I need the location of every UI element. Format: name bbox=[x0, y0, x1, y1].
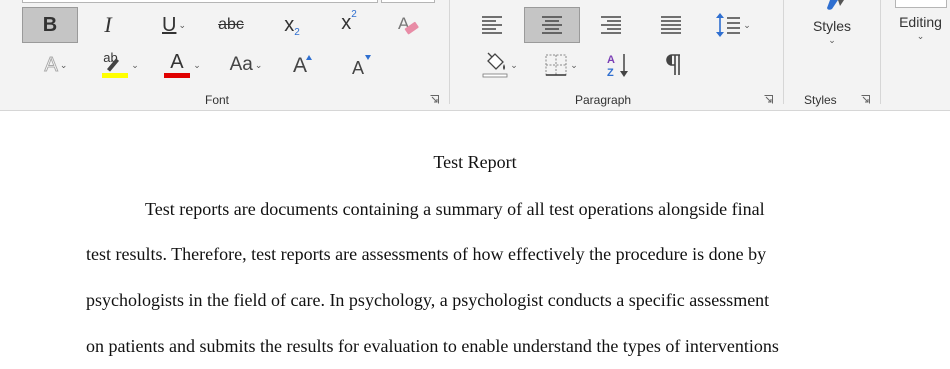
shading-button[interactable]: ⌄ bbox=[476, 49, 524, 81]
pilcrow-icon bbox=[666, 54, 680, 75]
font-color-button[interactable]: A ⌄ bbox=[157, 49, 207, 81]
font-color-dropdown-icon[interactable]: ⌄ bbox=[193, 60, 201, 71]
font-color-icon: A bbox=[163, 50, 191, 80]
font-color-label: A bbox=[170, 51, 184, 73]
change-case-button[interactable]: Aa ⌄ bbox=[224, 51, 268, 79]
underline-button[interactable]: U ⌄ bbox=[150, 10, 198, 40]
paragraph-line: psychologists in the field of care. In p… bbox=[86, 290, 770, 310]
subscript-base: x bbox=[284, 13, 295, 36]
justify-icon bbox=[661, 16, 681, 34]
justify-button[interactable] bbox=[655, 9, 687, 41]
line-spacing-dropdown-icon[interactable]: ⌄ bbox=[743, 20, 751, 31]
text-effects-dropdown-icon[interactable]: ⌄ bbox=[60, 60, 68, 71]
font-color-bar bbox=[164, 73, 191, 78]
change-case-label: Aa bbox=[229, 54, 253, 75]
paint-bucket-icon bbox=[482, 52, 508, 78]
bold-button[interactable]: B bbox=[22, 7, 78, 43]
editing-button[interactable]: Editing ⌄ bbox=[891, 0, 950, 58]
document-page[interactable]: Test Report Test reports are documents c… bbox=[0, 111, 950, 369]
superscript-button[interactable]: x2 bbox=[333, 8, 365, 38]
bold-label: B bbox=[42, 13, 58, 36]
highlight-icon: ab bbox=[101, 50, 129, 80]
group-separator bbox=[449, 0, 450, 104]
text-effects-button[interactable]: A ⌄ bbox=[34, 51, 78, 79]
ribbon: B I U ⌄ abc x2 x2 A A ⌄ ab ⌄ A ⌄ Aa ⌄ A … bbox=[0, 0, 950, 111]
sort-icon: A Z bbox=[607, 54, 628, 79]
grow-arrow-icon bbox=[306, 55, 312, 60]
paragraph-group-label: Paragraph bbox=[575, 93, 632, 107]
svg-text:A: A bbox=[607, 54, 615, 66]
paragraph-line: test results. Therefore, test reports ar… bbox=[86, 244, 767, 264]
align-center-button[interactable] bbox=[524, 7, 580, 43]
font-dialog-launcher-icon[interactable] bbox=[430, 95, 439, 104]
borders-icon bbox=[545, 54, 567, 76]
underline-dropdown-icon[interactable]: ⌄ bbox=[178, 20, 186, 31]
shrink-font-label: A bbox=[351, 57, 364, 78]
svg-text:Z: Z bbox=[607, 67, 614, 79]
sort-button[interactable]: A Z bbox=[602, 49, 634, 81]
text-effects-label: A bbox=[44, 53, 58, 76]
show-formatting-marks-button[interactable] bbox=[657, 49, 689, 81]
subscript-button[interactable]: x2 bbox=[276, 10, 308, 40]
group-separator bbox=[880, 0, 881, 104]
align-left-icon bbox=[482, 16, 502, 34]
italic-button[interactable]: I bbox=[94, 10, 122, 40]
superscript-index: 2 bbox=[351, 8, 357, 20]
document-title: Test Report bbox=[433, 152, 517, 172]
font-group-label: Font bbox=[205, 93, 230, 107]
align-right-icon bbox=[601, 16, 621, 34]
italic-label: I bbox=[104, 12, 112, 37]
align-center-icon bbox=[542, 16, 562, 34]
shrink-font-button[interactable]: A bbox=[343, 53, 373, 83]
paragraph-line: on patients and submits the results for … bbox=[86, 336, 779, 356]
clear-formatting-button[interactable]: A bbox=[393, 9, 423, 41]
highlight-color-bar bbox=[102, 73, 129, 78]
styles-gallery-button[interactable]: Styles ⌄ bbox=[797, 0, 867, 58]
styles-group-label: Styles bbox=[804, 93, 837, 107]
underline-label: U bbox=[162, 13, 177, 36]
paragraph-dialog-launcher-icon[interactable] bbox=[764, 95, 773, 104]
grow-font-button[interactable]: A bbox=[285, 51, 315, 81]
superscript-base: x bbox=[341, 11, 352, 34]
highlight-dropdown-icon[interactable]: ⌄ bbox=[131, 60, 139, 71]
highlight-button[interactable]: ab ⌄ bbox=[94, 49, 146, 81]
editing-button-label: Editing bbox=[899, 14, 942, 30]
align-left-button[interactable] bbox=[476, 9, 508, 41]
shrink-arrow-icon bbox=[365, 55, 371, 60]
borders-button[interactable]: ⌄ bbox=[537, 49, 585, 81]
shading-dropdown-icon[interactable]: ⌄ bbox=[510, 60, 518, 71]
styles-dialog-launcher-icon[interactable] bbox=[861, 95, 870, 104]
clear-formatting-icon: A bbox=[398, 14, 419, 35]
group-separator bbox=[783, 0, 784, 104]
styles-dropdown-icon[interactable]: ⌄ bbox=[828, 35, 836, 46]
subscript-index: 2 bbox=[294, 26, 300, 38]
font-size-box[interactable] bbox=[381, 0, 435, 3]
editing-dropdown-icon[interactable]: ⌄ bbox=[917, 31, 925, 42]
align-right-button[interactable] bbox=[595, 9, 627, 41]
line-spacing-icon bbox=[716, 13, 741, 37]
strikethrough-button[interactable]: abc bbox=[213, 10, 249, 40]
font-name-box[interactable] bbox=[22, 0, 378, 3]
strikethrough-label: abc bbox=[218, 16, 244, 33]
editing-icon-box bbox=[894, 0, 947, 8]
paragraph-line: Test reports are documents containing a … bbox=[145, 199, 765, 219]
change-case-dropdown-icon[interactable]: ⌄ bbox=[255, 60, 263, 71]
styles-icon bbox=[827, 0, 844, 10]
borders-dropdown-icon[interactable]: ⌄ bbox=[570, 60, 578, 71]
line-spacing-button[interactable]: ⌄ bbox=[712, 9, 754, 41]
styles-button-label: Styles bbox=[812, 18, 852, 34]
